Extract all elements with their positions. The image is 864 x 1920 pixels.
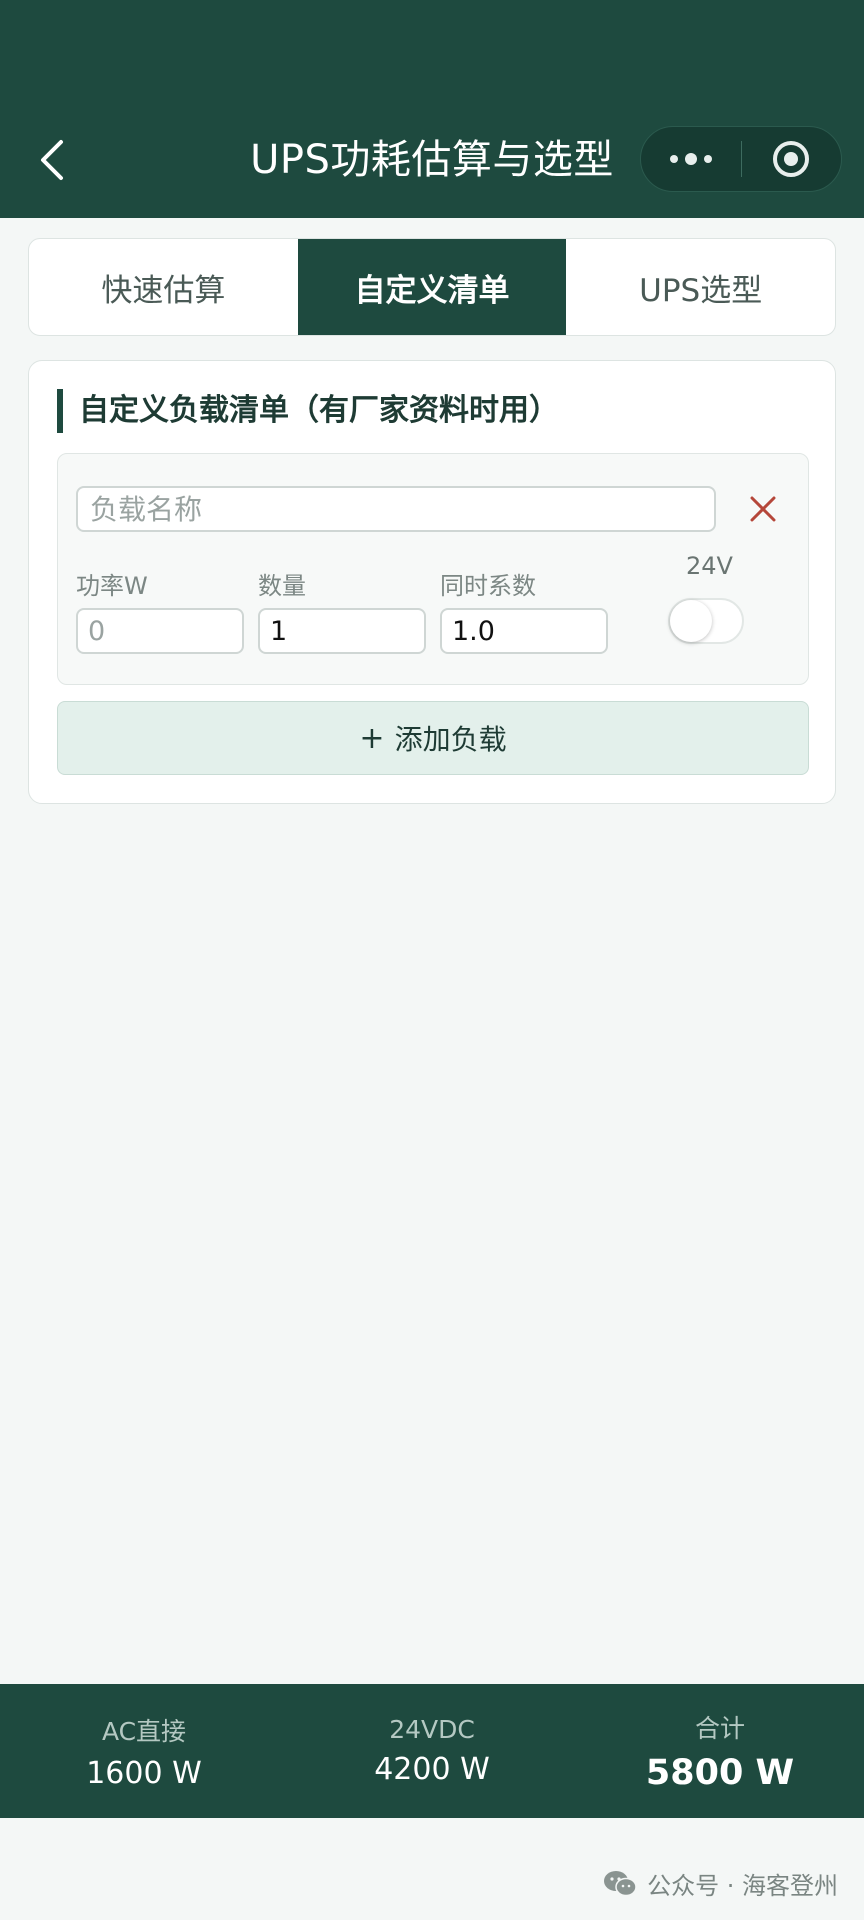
simultaneity-factor-input[interactable] [440, 608, 608, 654]
more-dots-icon [669, 153, 712, 165]
section-title: 自定义负载清单（有厂家资料时用） [57, 389, 559, 433]
target-circle-icon [773, 141, 810, 177]
quantity-label: 数量 [258, 572, 306, 600]
wechat-icon [604, 1870, 637, 1896]
ac-summary: AC直接 1600 W [0, 1684, 288, 1818]
dc-summary: 24VDC 4200 W [288, 1684, 576, 1818]
dc-value: 4200 W [374, 1752, 490, 1787]
ac-value: 1600 W [86, 1755, 202, 1791]
watermark-text: 公众号 · 海客登州 [647, 1872, 838, 1900]
load-item: 功率W 数量 同时系数 24V [57, 453, 809, 685]
total-label: 合计 [694, 1714, 745, 1743]
watermark: 公众号 · 海客登州 [603, 1866, 838, 1901]
tab-custom-list[interactable]: 自定义清单 [297, 239, 567, 335]
dc24v-label: 24V [686, 552, 733, 580]
toggle-knob [670, 600, 712, 642]
power-label: 功率W [76, 572, 148, 600]
dc-label: 24VDC [389, 1715, 475, 1744]
factor-label: 同时系数 [440, 572, 536, 600]
custom-list-card: 自定义负载清单（有厂家资料时用） 功率W 数量 同时系数 24V + 添加负载 [28, 360, 836, 804]
total-value: 5800 W [645, 1753, 795, 1793]
close-icon [750, 496, 776, 522]
tab-ups-selection[interactable]: UPS选型 [566, 239, 835, 335]
close-miniprogram-button[interactable] [742, 127, 842, 191]
power-input[interactable] [76, 608, 244, 654]
add-load-button[interactable]: + 添加负载 [57, 701, 809, 775]
quantity-input[interactable] [258, 608, 426, 654]
ac-label: AC直接 [101, 1716, 187, 1746]
plus-icon: + [359, 720, 385, 756]
mini-program-capsule [640, 126, 842, 192]
summary-bar: AC直接 1600 W 24VDC 4200 W 合计 5800 W [0, 1684, 864, 1818]
tab-bar: 快速估算 自定义清单 UPS选型 [28, 238, 836, 336]
remove-load-button[interactable] [740, 486, 786, 532]
load-name-input[interactable] [76, 486, 716, 532]
dc24v-toggle[interactable] [668, 598, 744, 644]
total-summary: 合计 5800 W [576, 1684, 864, 1818]
tab-quick-estimate[interactable]: 快速估算 [29, 239, 298, 335]
app-header: UPS功耗估算与选型 [0, 0, 864, 218]
more-button[interactable] [641, 127, 741, 191]
add-load-label: 添加负载 [394, 723, 507, 756]
